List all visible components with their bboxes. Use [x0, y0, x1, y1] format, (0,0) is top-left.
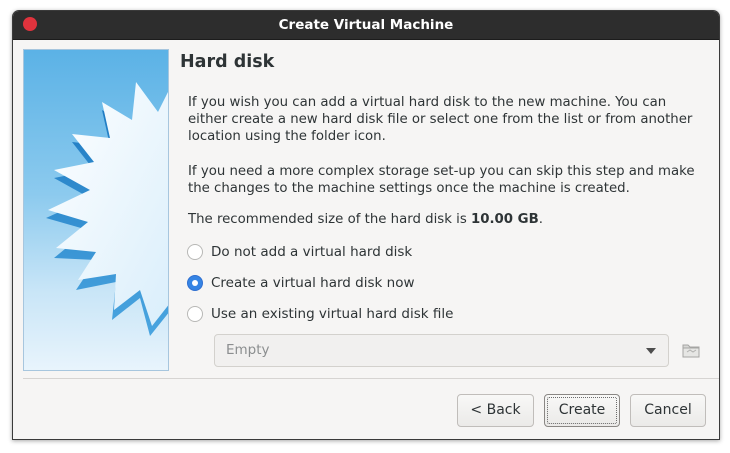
storage-paragraph: If you need a more complex storage set-u… — [188, 164, 695, 196]
existing-disk-value: Empty — [226, 342, 270, 358]
title-bar[interactable]: Create Virtual Machine — [13, 11, 719, 40]
radio-label: Create a virtual hard disk now — [211, 275, 415, 291]
cancel-button[interactable]: Cancel — [630, 394, 706, 427]
recommended-size-text: The recommended size of the hard disk is… — [188, 211, 708, 228]
dialog-window: Create Virtual Machine Hard disk If you … — [12, 10, 720, 440]
chevron-down-icon — [646, 348, 656, 354]
recommended-suffix: . — [538, 212, 543, 227]
radio-button-checked[interactable] — [187, 275, 203, 291]
radio-button[interactable] — [187, 306, 203, 322]
footer-separator — [23, 378, 719, 379]
radio-label: Use an existing virtual hard disk file — [211, 306, 454, 322]
radio-no-disk[interactable]: Do not add a virtual hard disk — [187, 242, 412, 262]
radio-create-disk[interactable]: Create a virtual hard disk now — [187, 273, 415, 293]
back-button[interactable]: < Back — [457, 394, 534, 427]
intro-paragraph: If you wish you can add a virtual hard d… — [188, 95, 693, 144]
folder-icon[interactable] — [682, 342, 700, 358]
radio-label: Do not add a virtual hard disk — [211, 244, 413, 260]
recommended-prefix: The recommended size of the hard disk is — [188, 212, 471, 227]
window-title: Create Virtual Machine — [278, 17, 454, 33]
starburst-icon — [46, 82, 168, 336]
radio-button[interactable] — [187, 244, 203, 260]
existing-disk-select[interactable]: Empty — [214, 334, 669, 367]
create-button[interactable]: Create — [544, 394, 620, 427]
radio-existing-disk[interactable]: Use an existing virtual hard disk file — [187, 304, 453, 324]
page-heading: Hard disk — [180, 52, 275, 72]
wizard-side-image — [23, 49, 169, 371]
recommended-size-value: 10.00 GB — [470, 212, 539, 227]
